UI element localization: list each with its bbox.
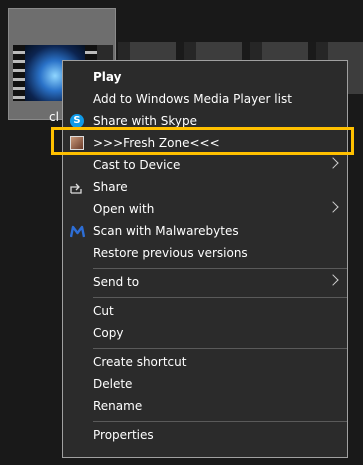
menu-item-delete[interactable]: Delete bbox=[63, 373, 347, 395]
menu-item-label: Cut bbox=[93, 304, 114, 318]
menu-item-label: Properties bbox=[93, 428, 154, 442]
menu-item-label: Copy bbox=[93, 326, 124, 340]
share-icon bbox=[69, 179, 85, 195]
menu-item-label: Add to Windows Media Player list bbox=[93, 92, 292, 106]
menu-item-cast-to-device[interactable]: Cast to Device bbox=[63, 154, 347, 176]
file-name-label: cl bbox=[49, 110, 59, 124]
menu-item-create-shortcut[interactable]: Create shortcut bbox=[63, 351, 347, 373]
menu-item-open-with[interactable]: Open with bbox=[63, 198, 347, 220]
chevron-right-icon bbox=[327, 274, 339, 286]
menu-item-add-to-wmp[interactable]: Add to Windows Media Player list bbox=[63, 88, 347, 110]
menu-item-send-to[interactable]: Send to bbox=[63, 271, 347, 293]
menu-item-label: Delete bbox=[93, 377, 133, 391]
menu-item-scan-malwarebytes[interactable]: Scan with Malwarebytes bbox=[63, 220, 347, 242]
menu-item-label: Play bbox=[93, 70, 122, 84]
menu-item-rename[interactable]: Rename bbox=[63, 395, 347, 417]
menu-item-cut[interactable]: Cut bbox=[63, 300, 347, 322]
menu-item-properties[interactable]: Properties bbox=[63, 424, 347, 446]
menu-item-copy[interactable]: Copy bbox=[63, 322, 347, 344]
menu-item-label: Share bbox=[93, 180, 128, 194]
menu-item-label: Share with Skype bbox=[93, 114, 197, 128]
menu-item-label: Open with bbox=[93, 202, 155, 216]
menu-separator bbox=[93, 297, 347, 298]
menu-item-label: Send to bbox=[93, 275, 140, 289]
highlight-box bbox=[51, 127, 354, 155]
menu-item-label: Rename bbox=[93, 399, 143, 413]
menu-item-label: Scan with Malwarebytes bbox=[93, 224, 239, 238]
chevron-right-icon bbox=[327, 201, 339, 213]
menu-item-share[interactable]: Share bbox=[63, 176, 347, 198]
chevron-right-icon bbox=[327, 157, 339, 169]
menu-item-label: Create shortcut bbox=[93, 355, 187, 369]
menu-separator bbox=[93, 348, 347, 349]
menu-separator bbox=[93, 421, 347, 422]
malwarebytes-icon bbox=[69, 223, 85, 239]
menu-item-label: Restore previous versions bbox=[93, 246, 248, 260]
context-menu: Play Add to Windows Media Player list S … bbox=[62, 60, 348, 458]
menu-item-restore-previous[interactable]: Restore previous versions bbox=[63, 242, 347, 264]
menu-separator bbox=[93, 268, 347, 269]
menu-item-label: Cast to Device bbox=[93, 158, 181, 172]
menu-item-play[interactable]: Play bbox=[63, 66, 347, 88]
